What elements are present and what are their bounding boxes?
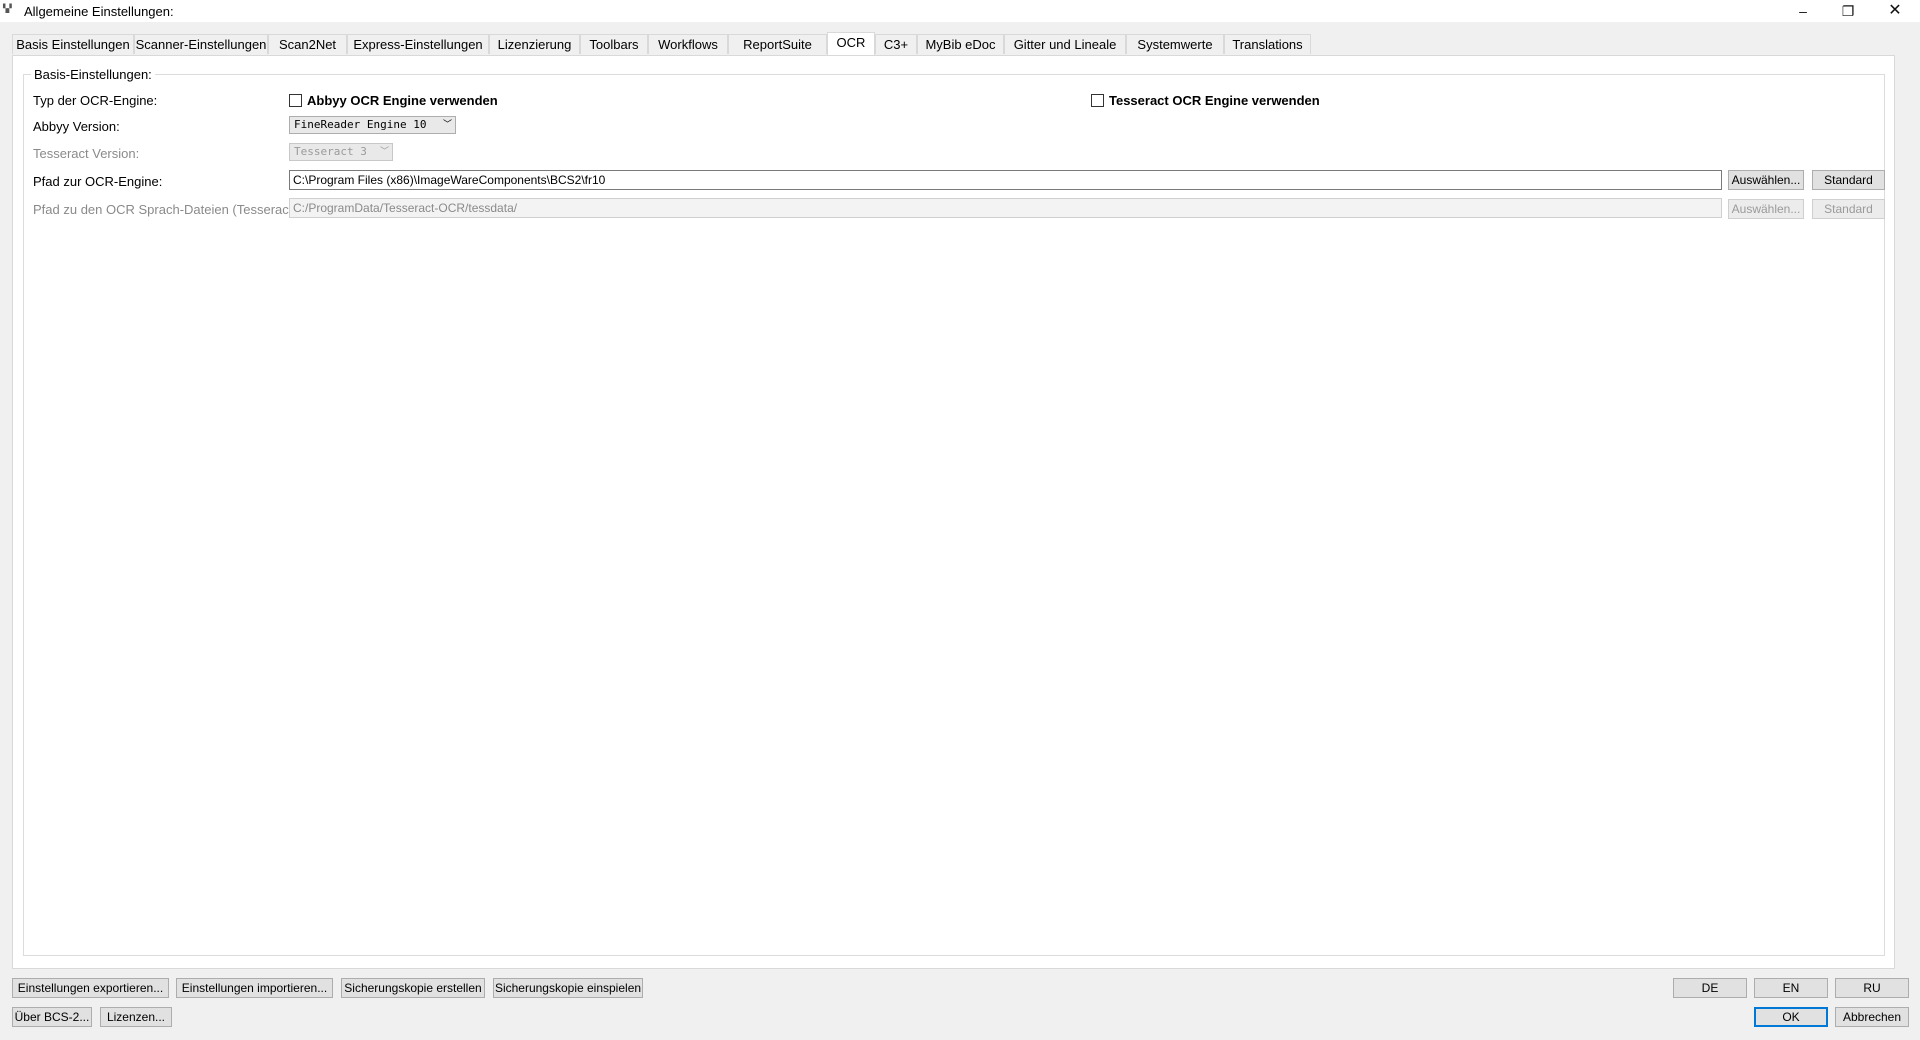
create-backup-button[interactable]: Sicherungskopie erstellen: [341, 978, 485, 998]
engine-type-label: Typ der OCR-Engine:: [33, 93, 158, 108]
tab-gitter-und-lineale[interactable]: Gitter und Lineale: [1004, 34, 1126, 54]
tab-scanner-einstellungen[interactable]: Scanner-Einstellungen: [134, 34, 268, 54]
licenses-button[interactable]: Lizenzen...: [100, 1007, 172, 1027]
abbyy-checkbox[interactable]: Abbyy OCR Engine verwenden: [289, 93, 498, 108]
tesseract-version-value: Tesseract 3: [294, 145, 367, 158]
language-de-button[interactable]: DE: [1673, 978, 1747, 998]
language-en-button[interactable]: EN: [1754, 978, 1828, 998]
language-ru-button[interactable]: RU: [1835, 978, 1909, 998]
tesseract-checkbox[interactable]: Tesseract OCR Engine verwenden: [1091, 93, 1320, 108]
abbyy-checkbox-label: Abbyy OCR Engine verwenden: [307, 93, 498, 108]
title-bar: ▚▞ Allgemeine Einstellungen: – ❐ ✕: [0, 0, 1920, 22]
tab-lizenzierung[interactable]: Lizenzierung: [489, 34, 580, 54]
abbyy-version-select[interactable]: FineReader Engine 10 ﹀: [289, 116, 456, 134]
restore-backup-button[interactable]: Sicherungskopie einspielen: [493, 978, 643, 998]
engine-path-default-button[interactable]: Standard: [1812, 170, 1885, 190]
tesseract-version-select[interactable]: Tesseract 3 ﹀: [289, 143, 393, 161]
export-settings-button[interactable]: Einstellungen exportieren...: [12, 978, 169, 998]
app-icon: ▚▞: [3, 4, 12, 13]
lang-path-label: Pfad zu den OCR Sprach-Dateien (Tesserac…: [33, 202, 301, 217]
tab-scan2net[interactable]: Scan2Net: [268, 34, 347, 54]
lang-path-default-button[interactable]: Standard: [1812, 199, 1885, 219]
engine-path-browse-button[interactable]: Auswählen...: [1728, 170, 1804, 190]
tab-translations[interactable]: Translations: [1224, 34, 1311, 54]
about-button[interactable]: Über BCS-2...: [12, 1007, 92, 1027]
minimize-icon[interactable]: –: [1780, 0, 1826, 22]
cancel-button[interactable]: Abbrechen: [1835, 1007, 1909, 1027]
tesseract-checkbox-label: Tesseract OCR Engine verwenden: [1109, 93, 1320, 108]
ocr-tab-panel: Basis-Einstellungen: Typ der OCR-Engine:…: [12, 55, 1895, 969]
tab-systemwerte[interactable]: Systemwerte: [1126, 34, 1224, 54]
abbyy-version-value: FineReader Engine 10: [294, 118, 427, 131]
tab-workflows[interactable]: Workflows: [648, 34, 728, 54]
engine-path-field[interactable]: C:\Program Files (x86)\ImageWareComponen…: [289, 170, 1722, 190]
engine-path-label: Pfad zur OCR-Engine:: [33, 174, 163, 189]
import-settings-button[interactable]: Einstellungen importieren...: [176, 978, 333, 998]
chevron-down-icon: ﹀: [379, 147, 389, 157]
tab-mybib-edoc[interactable]: MyBib eDoc: [917, 34, 1004, 54]
group-title: Basis-Einstellungen:: [31, 67, 155, 82]
window-title: Allgemeine Einstellungen:: [24, 4, 174, 19]
tab-c3plus[interactable]: C3+: [875, 34, 917, 54]
tab-reportsuite[interactable]: ReportSuite: [728, 34, 827, 54]
ok-button[interactable]: OK: [1754, 1007, 1828, 1027]
lang-path-field[interactable]: C:/ProgramData/Tesseract-OCR/tessdata/: [289, 198, 1722, 218]
tab-ocr[interactable]: OCR: [827, 32, 875, 56]
tesseract-version-label: Tesseract Version:: [33, 146, 140, 161]
tab-express-einstellungen[interactable]: Express-Einstellungen: [347, 34, 489, 54]
maximize-icon[interactable]: ❐: [1825, 0, 1871, 22]
tab-basis-einstellungen[interactable]: Basis Einstellungen: [12, 34, 134, 54]
close-icon[interactable]: ✕: [1872, 0, 1918, 22]
abbyy-version-label: Abbyy Version:: [33, 119, 120, 134]
lang-path-browse-button[interactable]: Auswählen...: [1728, 199, 1804, 219]
tab-toolbars[interactable]: Toolbars: [580, 34, 648, 54]
tesseract-checkbox-box[interactable]: [1091, 94, 1104, 107]
abbyy-checkbox-box[interactable]: [289, 94, 302, 107]
chevron-down-icon: ﹀: [442, 120, 452, 130]
